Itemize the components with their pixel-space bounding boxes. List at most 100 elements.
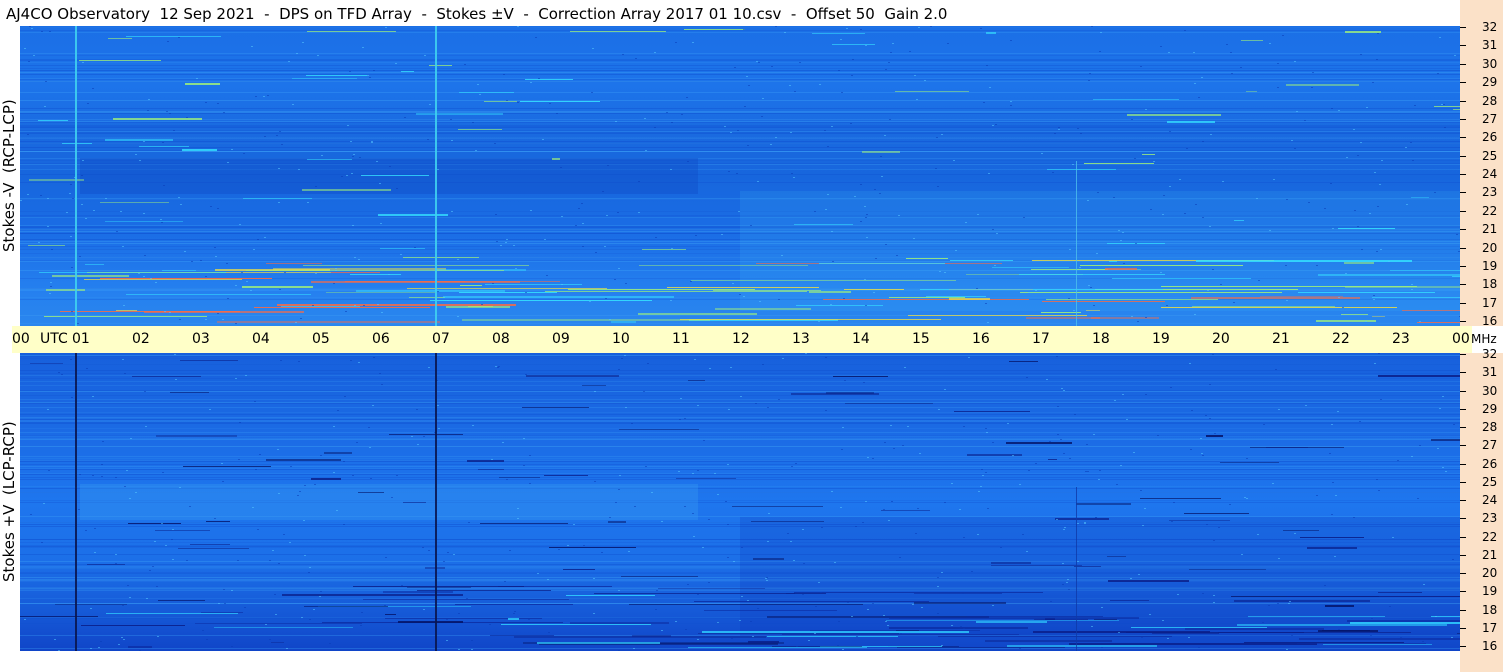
channel-line xyxy=(20,461,1460,462)
rfi-streak xyxy=(1345,286,1460,288)
band-block xyxy=(80,484,698,520)
vertical-event-line xyxy=(435,26,437,326)
noise-speck xyxy=(1332,228,1334,229)
rfi-streak xyxy=(514,636,766,638)
noise-speck xyxy=(343,524,345,525)
noise-speck xyxy=(661,630,663,631)
noise-speck xyxy=(1007,423,1009,424)
noise-speck xyxy=(656,590,658,591)
noise-speck xyxy=(90,608,92,609)
channel-line xyxy=(20,468,1460,469)
noise-speck xyxy=(1371,618,1373,619)
rfi-streak xyxy=(478,469,504,470)
rfi-streak xyxy=(611,321,636,323)
noise-speck xyxy=(40,195,42,196)
noise-speck xyxy=(1377,33,1379,34)
noise-speck xyxy=(1244,497,1246,498)
rfi-streak xyxy=(126,36,221,37)
noise-speck xyxy=(725,501,727,502)
channel-line xyxy=(20,375,1460,376)
rfi-streak xyxy=(105,221,183,222)
noise-speck xyxy=(1162,214,1164,215)
rfi-streak xyxy=(1074,566,1101,567)
rfi-streak xyxy=(920,289,1163,290)
noise-speck xyxy=(279,131,281,132)
noise-speck xyxy=(210,206,212,207)
channel-line xyxy=(20,132,1460,133)
noise-speck xyxy=(472,425,474,426)
rfi-streak xyxy=(1105,268,1137,270)
channel-line xyxy=(20,121,1460,122)
noise-speck xyxy=(333,472,335,473)
channel-line xyxy=(20,127,1460,128)
noise-speck xyxy=(100,641,102,642)
rfi-streak xyxy=(52,275,129,277)
noise-speck xyxy=(1062,584,1064,585)
noise-speck xyxy=(222,319,224,320)
noise-speck xyxy=(178,37,180,38)
noise-speck xyxy=(163,185,165,186)
noise-speck xyxy=(1068,298,1070,299)
rfi-streak xyxy=(751,521,824,522)
noise-speck xyxy=(1098,479,1100,480)
noise-speck xyxy=(750,621,752,622)
noise-speck xyxy=(123,639,125,640)
noise-speck xyxy=(1212,269,1214,270)
noise-speck xyxy=(951,483,953,484)
noise-speck xyxy=(757,608,759,609)
noise-speck xyxy=(1198,647,1200,648)
channel-line xyxy=(20,150,1460,151)
noise-speck xyxy=(697,470,699,471)
rfi-streak xyxy=(281,306,360,307)
rfi-streak xyxy=(180,360,238,361)
rfi-streak xyxy=(889,617,1139,619)
noise-speck xyxy=(1277,603,1279,604)
channel-line xyxy=(20,438,1460,439)
channel-line xyxy=(20,417,1460,418)
channel-line xyxy=(20,456,1460,457)
noise-speck xyxy=(1145,109,1147,110)
time-tick-label: 00 xyxy=(12,331,30,347)
noise-speck xyxy=(401,585,403,586)
noise-speck xyxy=(730,132,732,133)
noise-speck xyxy=(313,609,315,610)
noise-speck xyxy=(257,529,259,530)
noise-speck xyxy=(1114,400,1116,401)
rfi-streak xyxy=(639,265,808,266)
noise-speck xyxy=(915,533,917,534)
noise-speck xyxy=(1324,208,1326,209)
rfi-streak xyxy=(1108,580,1189,582)
noise-speck xyxy=(1397,460,1399,461)
noise-speck xyxy=(280,360,282,361)
noise-speck xyxy=(1077,523,1079,524)
noise-speck xyxy=(85,530,87,531)
noise-speck xyxy=(377,304,379,305)
noise-speck xyxy=(821,527,823,528)
rfi-streak xyxy=(1338,228,1395,229)
channel-line xyxy=(20,72,1460,73)
noise-speck xyxy=(278,202,280,203)
noise-speck xyxy=(680,398,682,399)
noise-speck xyxy=(286,648,288,649)
noise-speck xyxy=(899,557,901,558)
rfi-streak xyxy=(976,621,1047,623)
noise-speck xyxy=(297,495,299,496)
noise-speck xyxy=(609,517,611,518)
noise-speck xyxy=(296,53,298,54)
channel-line xyxy=(20,648,1460,649)
noise-speck xyxy=(160,219,162,220)
noise-speck xyxy=(595,252,597,253)
noise-speck xyxy=(985,472,987,473)
rfi-streak xyxy=(201,612,243,613)
noise-speck xyxy=(1201,77,1203,78)
noise-speck xyxy=(156,586,158,587)
noise-speck xyxy=(277,449,279,450)
time-tick-label: 10 xyxy=(612,331,630,347)
noise-speck xyxy=(29,26,31,27)
rfi-streak xyxy=(1341,314,1368,315)
noise-speck xyxy=(1093,434,1095,435)
noise-speck xyxy=(1088,285,1090,286)
rfi-streak xyxy=(991,565,1082,566)
noise-speck xyxy=(867,457,869,458)
noise-speck xyxy=(651,492,653,493)
